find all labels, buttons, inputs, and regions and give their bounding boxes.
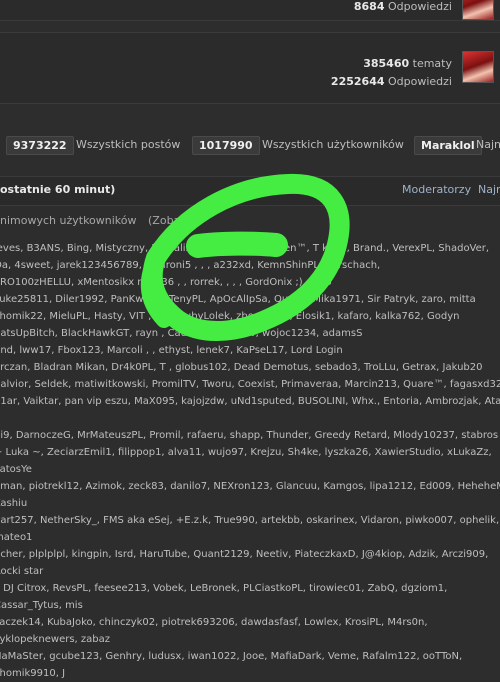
anonymous-users-text: nimowych użytkowników (Zoba bbox=[0, 214, 180, 227]
newest-user[interactable]: Maraklol bbox=[414, 136, 482, 155]
replies2-label: Odpowiedzi bbox=[388, 75, 452, 88]
online-users-list: leves, B3ANS, Bing, Mistyczny, Brusalin,… bbox=[0, 240, 500, 682]
users-line: ~ Luka ~, ZeciarzEmil1, filippop1, alva1… bbox=[0, 447, 492, 475]
replies-label: Odpowiedzi bbox=[388, 0, 452, 13]
users-line: PRO100zHELLU, xMentosikx mius36 , , rorr… bbox=[0, 277, 332, 288]
replies-stat: 8684 Odpowiedzi bbox=[354, 0, 452, 13]
topics-label: tematy bbox=[412, 57, 452, 70]
posts-label: Wszystkich postów bbox=[76, 138, 181, 151]
tab-more[interactable]: Najn bbox=[478, 183, 500, 196]
tab-moderators[interactable]: Moderatorzy bbox=[402, 183, 471, 196]
avatar[interactable] bbox=[462, 0, 494, 20]
avatar[interactable] bbox=[462, 51, 494, 83]
online-users-header: ostatnie 60 minut) Moderatorzy Najn bbox=[0, 176, 500, 206]
anonymous-label: nimowych użytkowników bbox=[0, 214, 137, 227]
replies-count: 8684 bbox=[353, 0, 385, 13]
users-line: HaMaSter, gcube123, Genhry, ludusx, iwan… bbox=[0, 651, 463, 679]
users-line: leves, B3ANS, Bing, Mistyczny, Brusalin,… bbox=[0, 243, 490, 254]
forum-row: 385460 tematy 2252644 Odpowiedzi bbox=[0, 32, 500, 104]
users-line: part257, NetherSky_, FMS aka eSej, +E.z.… bbox=[0, 515, 500, 543]
show-link[interactable]: (Zoba bbox=[148, 214, 180, 227]
forum-statistics: 9373222 Wszystkich postów 1017990 Wszyst… bbox=[0, 130, 500, 160]
users-line: Oa, 4sweet, jarek123456789, Lin ironi5 ,… bbox=[0, 260, 381, 271]
posts-value: 9373222 bbox=[6, 136, 74, 155]
users-line: Salvior, Seldek, matiwitkowski, PromilTV… bbox=[0, 379, 500, 390]
users-line: chomik22, MieluPL, Hasty, VIT , TheGruby… bbox=[0, 311, 460, 322]
forum-stats: 385460 tematy 2252644 Odpowiedzi bbox=[331, 55, 452, 91]
users-line: zaczek14, KubaJoko, chinczyk02, piotrek6… bbox=[0, 617, 428, 645]
top-row: 8684 Odpowiedzi bbox=[0, 0, 500, 21]
users-line: i, DJ Citrox, RevsPL, feesee213, Vobek, … bbox=[0, 583, 448, 611]
users-value: 1017990 bbox=[192, 136, 260, 155]
users-line: suke25811, Diler1992, PanKwiat, , TenyPL… bbox=[0, 294, 476, 305]
users-line: orczan, Bladran Mikan, Dr4k0PL, T , glob… bbox=[0, 362, 483, 373]
replies2-count: 2252644 bbox=[330, 75, 385, 88]
users-line: 21ar, Vaiktar, pan vip eszu, MaX095, kaj… bbox=[0, 396, 500, 407]
newest-label: Najn bbox=[476, 138, 500, 151]
users-line: ucher, plplplpl, kingpin, Isrd, HaruTube… bbox=[0, 549, 489, 577]
users-line: aman, piotrekl12, Azimok, zeck83, danilo… bbox=[0, 481, 500, 509]
online-title: ostatnie 60 minut) bbox=[0, 183, 116, 196]
users-line: hatsUpBitch, BlackHawkGT, rayn , Cadar, … bbox=[0, 328, 363, 339]
users-line: und, lww17, Fbox123, Marcoli , , ethyst,… bbox=[0, 345, 343, 356]
users-label: Wszystkich użytkowników bbox=[262, 138, 404, 151]
users-line: bi9, DarnoczeG, MrMateuszPL, Promil, raf… bbox=[0, 430, 499, 441]
topics-count: 385460 bbox=[363, 57, 410, 70]
